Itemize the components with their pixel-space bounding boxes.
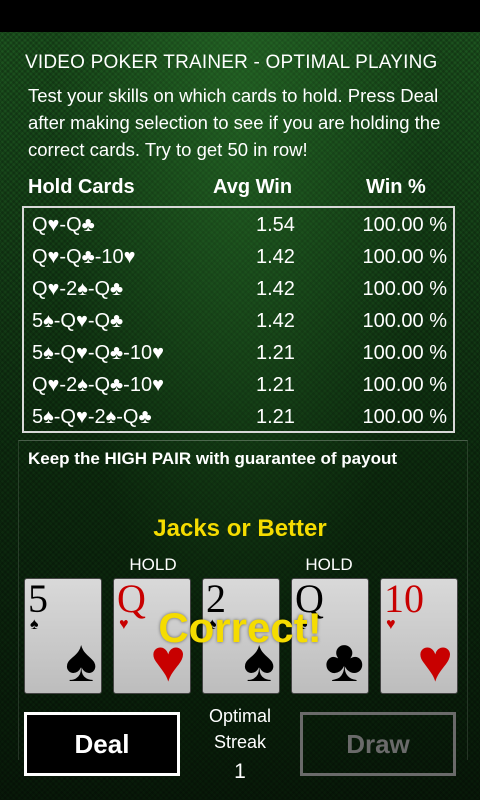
table-row[interactable]: Q♥-Q♣-10♥ 1.42 100.00 %: [24, 242, 453, 274]
table-row[interactable]: 5♠-Q♥-2♠-Q♣ 1.21 100.00 %: [24, 402, 453, 434]
streak-label-line-2: Streak: [213, 732, 267, 752]
status-bar: [0, 0, 480, 32]
win-percent-cell: 100.00 %: [362, 310, 447, 332]
win-percent-cell: 100.00 %: [362, 342, 447, 364]
win-percent-cell: 100.00 %: [362, 278, 447, 300]
draw-button[interactable]: Draw: [300, 712, 456, 776]
win-percent-cell: 100.00 %: [362, 214, 447, 236]
app-title: VIDEO POKER TRAINER - OPTIMAL PLAYING: [25, 52, 438, 73]
instructions-text: Test your skills on which cards to hold.…: [28, 85, 441, 160]
hold-cards-cell: 5♠-Q♥-Q♣-10♥: [32, 342, 164, 364]
avg-win-cell: 1.21: [256, 374, 295, 396]
column-header-hold-cards: Hold Cards: [28, 176, 135, 198]
hold-label-card-4: HOLD: [305, 555, 353, 574]
win-percent-cell: 100.00 %: [362, 246, 447, 268]
hold-cards-cell: Q♥-2♠-Q♣-10♥: [32, 374, 164, 396]
streak-label-line-1: Optimal: [208, 706, 271, 726]
win-percent-cell: 100.00 %: [362, 374, 447, 396]
hold-cards-cell: Q♥-Q♣: [32, 214, 95, 236]
hold-label-card-2: HOLD: [129, 555, 177, 574]
hold-cards-cell: Q♥-2♠-Q♣: [32, 278, 124, 300]
column-header-win-percent: Win %: [366, 176, 426, 198]
column-header-avg-win: Avg Win: [213, 176, 293, 198]
avg-win-cell: 1.21: [256, 406, 295, 428]
table-row[interactable]: 5♠-Q♥-Q♣-10♥ 1.21 100.00 %: [24, 338, 453, 370]
avg-win-cell: 1.42: [256, 278, 295, 300]
streak-value: 1: [234, 760, 246, 783]
avg-win-cell: 1.42: [256, 246, 295, 268]
table-row[interactable]: 5♠-Q♥-Q♣ 1.42 100.00 %: [24, 306, 453, 338]
avg-win-cell: 1.21: [256, 342, 295, 364]
avg-win-cell: 1.42: [256, 310, 295, 332]
table-row[interactable]: Q♥-Q♣ 1.54 100.00 %: [24, 210, 453, 242]
win-percent-cell: 100.00 %: [362, 406, 447, 428]
avg-win-cell: 1.54: [256, 214, 295, 236]
deal-button[interactable]: Deal: [24, 712, 180, 776]
hold-cards-cell: Q♥-Q♣-10♥: [32, 246, 136, 268]
table-row[interactable]: Q♥-2♠-Q♣-10♥ 1.21 100.00 %: [24, 370, 453, 402]
table-row[interactable]: Q♥-2♠-Q♣ 1.42 100.00 %: [24, 274, 453, 306]
hold-options-table: Q♥-Q♣ 1.54 100.00 % Q♥-Q♣-10♥ 1.42 100.0…: [22, 206, 455, 433]
hint-text: Keep the HIGH PAIR with guarantee of pay…: [28, 449, 397, 468]
result-message: Correct!: [158, 604, 322, 651]
game-name: Jacks or Better: [153, 515, 327, 542]
streak-label: Optimal Streak: [190, 703, 290, 755]
hold-cards-cell: 5♠-Q♥-2♠-Q♣: [32, 406, 152, 428]
hold-cards-cell: 5♠-Q♥-Q♣: [32, 310, 124, 332]
